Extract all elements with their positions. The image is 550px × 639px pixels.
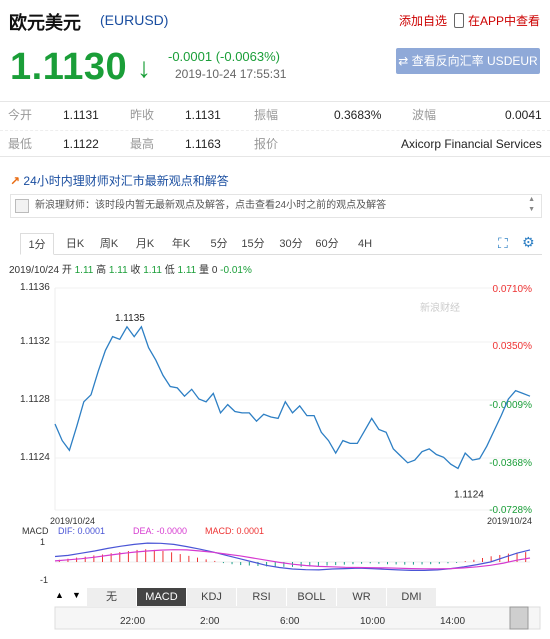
macd-label: MACD: [22, 526, 49, 536]
indicator-tab[interactable]: WR: [337, 588, 387, 606]
macd-dea-label: DEA: -0.0000: [133, 526, 187, 536]
macd-date-left: 2019/10/24: [50, 516, 95, 526]
high-label: 1.1135: [115, 313, 145, 324]
macd-tick-label: -1: [40, 575, 48, 585]
right-tick-label: -0.0009%: [489, 400, 532, 411]
macd-date-right: 2019/10/24: [487, 516, 532, 526]
macd-tick-label: 1: [40, 537, 45, 547]
right-tick-label: 0.0710%: [493, 284, 533, 295]
macd-value-label: MACD: 0.0001: [205, 526, 264, 536]
y-tick-label: 1.1124: [20, 452, 50, 463]
navigator-tick: 22:00: [120, 616, 145, 627]
indicator-tab[interactable]: 无: [87, 588, 137, 606]
low-label: 1.1124: [454, 489, 484, 500]
indicator-tabs: 无 MACD KDJ RSI BOLL WR DMI: [55, 588, 547, 606]
right-tick-label: 0.0350%: [493, 341, 533, 352]
price-chart[interactable]: 1.1136 1.1132 1.1128 1.1124 0.0710% 0.0350% -0…: [0, 0, 550, 639]
navigator-tick: 14:00: [440, 616, 465, 627]
navigator-tick: 6:00: [280, 616, 300, 627]
navigator-handle: [509, 606, 529, 630]
indicator-tab[interactable]: KDJ: [187, 588, 237, 606]
y-tick-label: 1.1132: [20, 336, 50, 347]
right-tick-label: -0.0728%: [489, 505, 532, 516]
watermark: 新浪财经: [420, 301, 460, 314]
indicator-tab[interactable]: DMI: [387, 588, 437, 606]
indicator-tab[interactable]: MACD: [137, 588, 187, 606]
macd-dif-label: DIF: 0.0001: [58, 526, 105, 536]
indicator-tab[interactable]: BOLL: [287, 588, 337, 606]
y-tick-label: 1.1136: [20, 282, 50, 293]
y-tick-label: 1.1128: [20, 394, 50, 405]
navigator-tick: 2:00: [200, 616, 220, 627]
price-line: [54, 325, 531, 470]
indicator-tab[interactable]: RSI: [237, 588, 287, 606]
right-tick-label: -0.0368%: [489, 458, 532, 469]
navigator-tick: 10:00: [360, 616, 385, 627]
